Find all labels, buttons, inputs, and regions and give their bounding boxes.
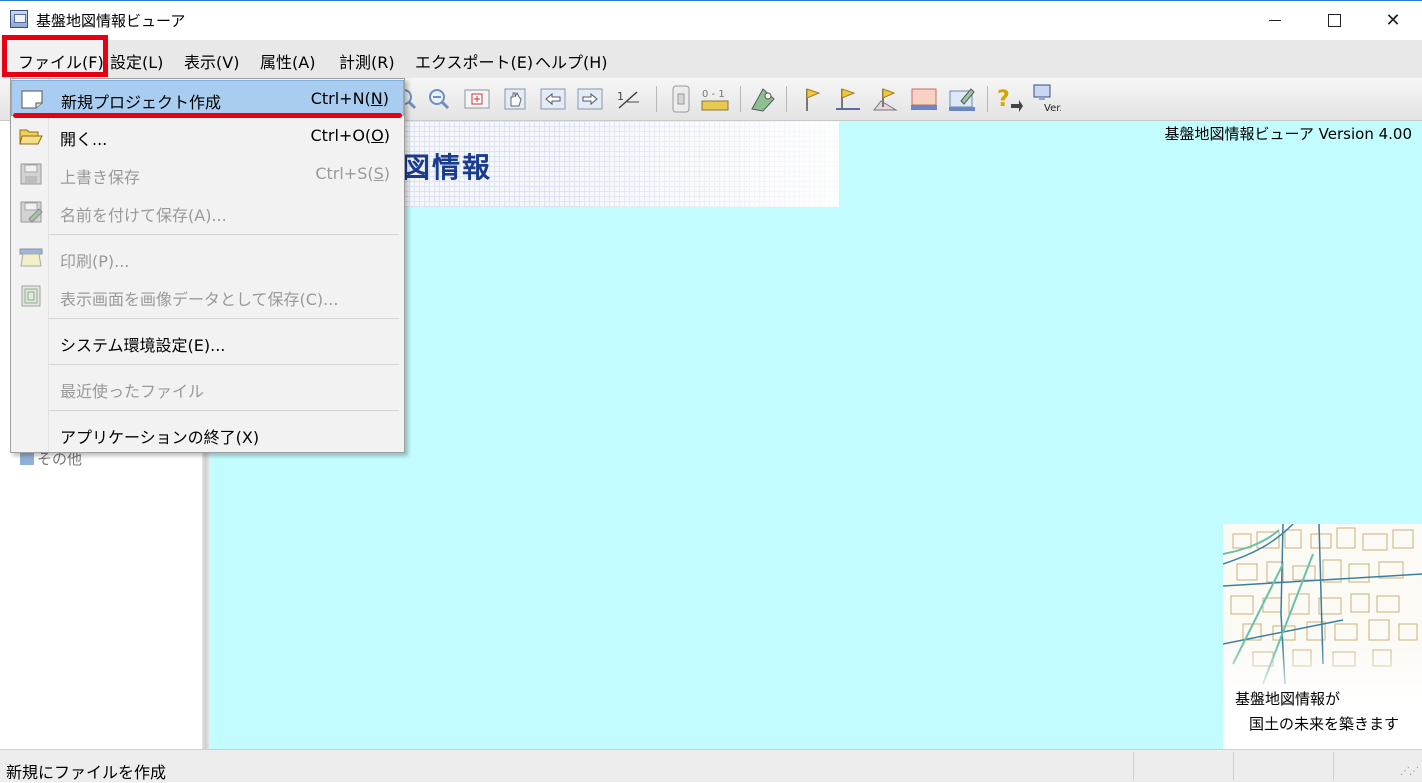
help-button[interactable]: ? <box>995 84 1025 114</box>
toolbar-separator <box>786 86 787 112</box>
menu-item-save-as[interactable]: 名前を付けて保存(A)... <box>11 194 404 230</box>
forward-button[interactable] <box>575 84 605 114</box>
menu-view[interactable]: 表示(V) <box>184 49 239 73</box>
arrow-left-icon <box>540 88 566 110</box>
status-text: 新規にファイルを作成 <box>6 763 167 782</box>
printer-icon <box>19 248 43 267</box>
flag-line-button[interactable] <box>833 84 863 114</box>
back-button[interactable] <box>538 84 568 114</box>
menu-separator <box>49 234 399 235</box>
menu-attribute[interactable]: 属性(A) <box>260 49 315 73</box>
maximize-button[interactable] <box>1305 0 1363 40</box>
menu-item-shortcut: Ctrl+N(N) <box>310 89 389 108</box>
ruler-icon: 0 - 1 <box>701 89 729 111</box>
scale-button[interactable]: 1 <box>613 84 643 114</box>
menu-item-label: 最近使ったファイル <box>60 382 205 401</box>
open-folder-icon <box>19 129 43 145</box>
menu-help[interactable]: ヘルプ(H) <box>535 49 608 73</box>
menu-item-open[interactable]: 開く... Ctrl+O(O) <box>11 118 404 154</box>
menu-item-system-settings[interactable]: システム環境設定(E)... <box>11 324 404 360</box>
status-divider <box>1333 752 1334 780</box>
menu-item-save[interactable]: 上書き保存 Ctrl+S(S) <box>11 156 404 192</box>
menu-settings[interactable]: 設定(L) <box>110 49 163 73</box>
menu-item-label: 新規プロジェクト作成 <box>61 93 222 112</box>
menu-separator <box>49 410 399 411</box>
menu-export[interactable]: エクスポート(E) <box>415 49 533 73</box>
toolbar-separator <box>987 86 988 112</box>
version-label: 基盤地図情報ビューア Version 4.00 <box>1164 125 1413 143</box>
title-bar <box>0 0 1422 40</box>
layer-edit-button[interactable] <box>947 84 977 114</box>
banner-title: 図情報 <box>402 151 493 184</box>
help-icon: ? <box>997 87 1023 112</box>
layer-edit-icon <box>949 88 975 111</box>
menu-item-label: 名前を付けて保存(A)... <box>60 206 227 225</box>
pan-button[interactable] <box>500 84 530 114</box>
minimize-button[interactable] <box>1246 0 1304 40</box>
zoom-out-button[interactable] <box>424 84 454 114</box>
arrow-right-icon <box>577 88 603 110</box>
flag-button[interactable] <box>797 84 827 114</box>
close-icon: ✕ <box>1385 9 1401 31</box>
status-divider <box>1133 752 1134 780</box>
zoom-out-icon <box>429 89 450 110</box>
menu-separator <box>49 364 399 365</box>
measure-button[interactable]: 0 - 1 <box>700 84 730 114</box>
flag-area-button[interactable] <box>870 84 900 114</box>
version-icon: Ver. <box>1033 84 1061 114</box>
close-button[interactable]: ✕ <box>1364 0 1422 40</box>
save-disk-icon <box>20 163 42 185</box>
menu-item-new-project[interactable]: 新規プロジェクト作成 Ctrl+N(N) <box>11 80 404 116</box>
svg-text:Ver.: Ver. <box>1044 103 1061 114</box>
save-as-icon <box>20 201 43 223</box>
app-icon <box>10 10 28 28</box>
slogan-line-2: 国土の未来を築きます <box>1249 715 1400 733</box>
menu-item-shortcut: Ctrl+O(O) <box>310 126 390 145</box>
scale-icon: 1 <box>617 90 639 109</box>
flag-area-icon <box>872 88 898 111</box>
scroll-tool-button[interactable] <box>666 84 696 114</box>
menu-item-label: システム環境設定(E)... <box>60 336 226 355</box>
minimize-icon <box>1269 19 1281 21</box>
folder-icon <box>20 453 34 465</box>
zoom-rect-button[interactable] <box>462 84 492 114</box>
zoom-rect-icon <box>464 89 490 109</box>
toolbar-separator <box>740 86 741 112</box>
maximize-icon <box>1327 13 1341 27</box>
scroll-icon <box>672 85 690 113</box>
menu-item-label: 開く... <box>60 130 108 149</box>
flag-icon <box>806 88 821 111</box>
menu-item-label: 印刷(P)... <box>60 252 130 271</box>
flag-line-icon <box>836 88 860 110</box>
menu-measure[interactable]: 計測(R) <box>339 49 395 73</box>
menu-item-exit[interactable]: アプリケーションの終了(X) <box>11 416 404 452</box>
menu-item-label: アプリケーションの終了(X) <box>60 428 260 447</box>
resize-grip-icon[interactable]: ⋰⋰ <box>1400 766 1419 777</box>
toolbar-separator <box>656 86 657 112</box>
menu-item-shortcut: Ctrl+S(S) <box>315 164 390 183</box>
hand-icon <box>504 88 526 110</box>
svg-text:0 - 1: 0 - 1 <box>702 89 725 100</box>
image-icon <box>21 285 41 307</box>
status-divider <box>1233 752 1234 780</box>
attribute-button[interactable] <box>748 84 778 114</box>
new-document-icon <box>21 90 43 109</box>
menu-item-save-image[interactable]: 表示画面を画像データとして保存(C)... <box>11 278 404 314</box>
slogan-line-1: 基盤地図情報が <box>1235 690 1341 708</box>
layer-icon <box>911 88 937 110</box>
menu-item-recent-files[interactable]: 最近使ったファイル <box>11 370 404 406</box>
status-bar <box>0 749 1422 782</box>
tag-icon <box>751 88 775 112</box>
menu-separator <box>49 318 399 319</box>
menu-item-label: 表示画面を画像データとして保存(C)... <box>60 290 339 309</box>
menu-item-print[interactable]: 印刷(P)... <box>11 240 404 276</box>
window-title: 基盤地図情報ビューア <box>36 12 186 30</box>
menu-item-label: 上書き保存 <box>60 168 141 187</box>
svg-text:?: ? <box>997 87 1010 112</box>
layer-button[interactable] <box>909 84 939 114</box>
menu-file[interactable]: ファイル(F) <box>18 49 104 73</box>
version-button[interactable]: Ver. <box>1031 84 1061 114</box>
svg-text:1: 1 <box>617 90 624 103</box>
